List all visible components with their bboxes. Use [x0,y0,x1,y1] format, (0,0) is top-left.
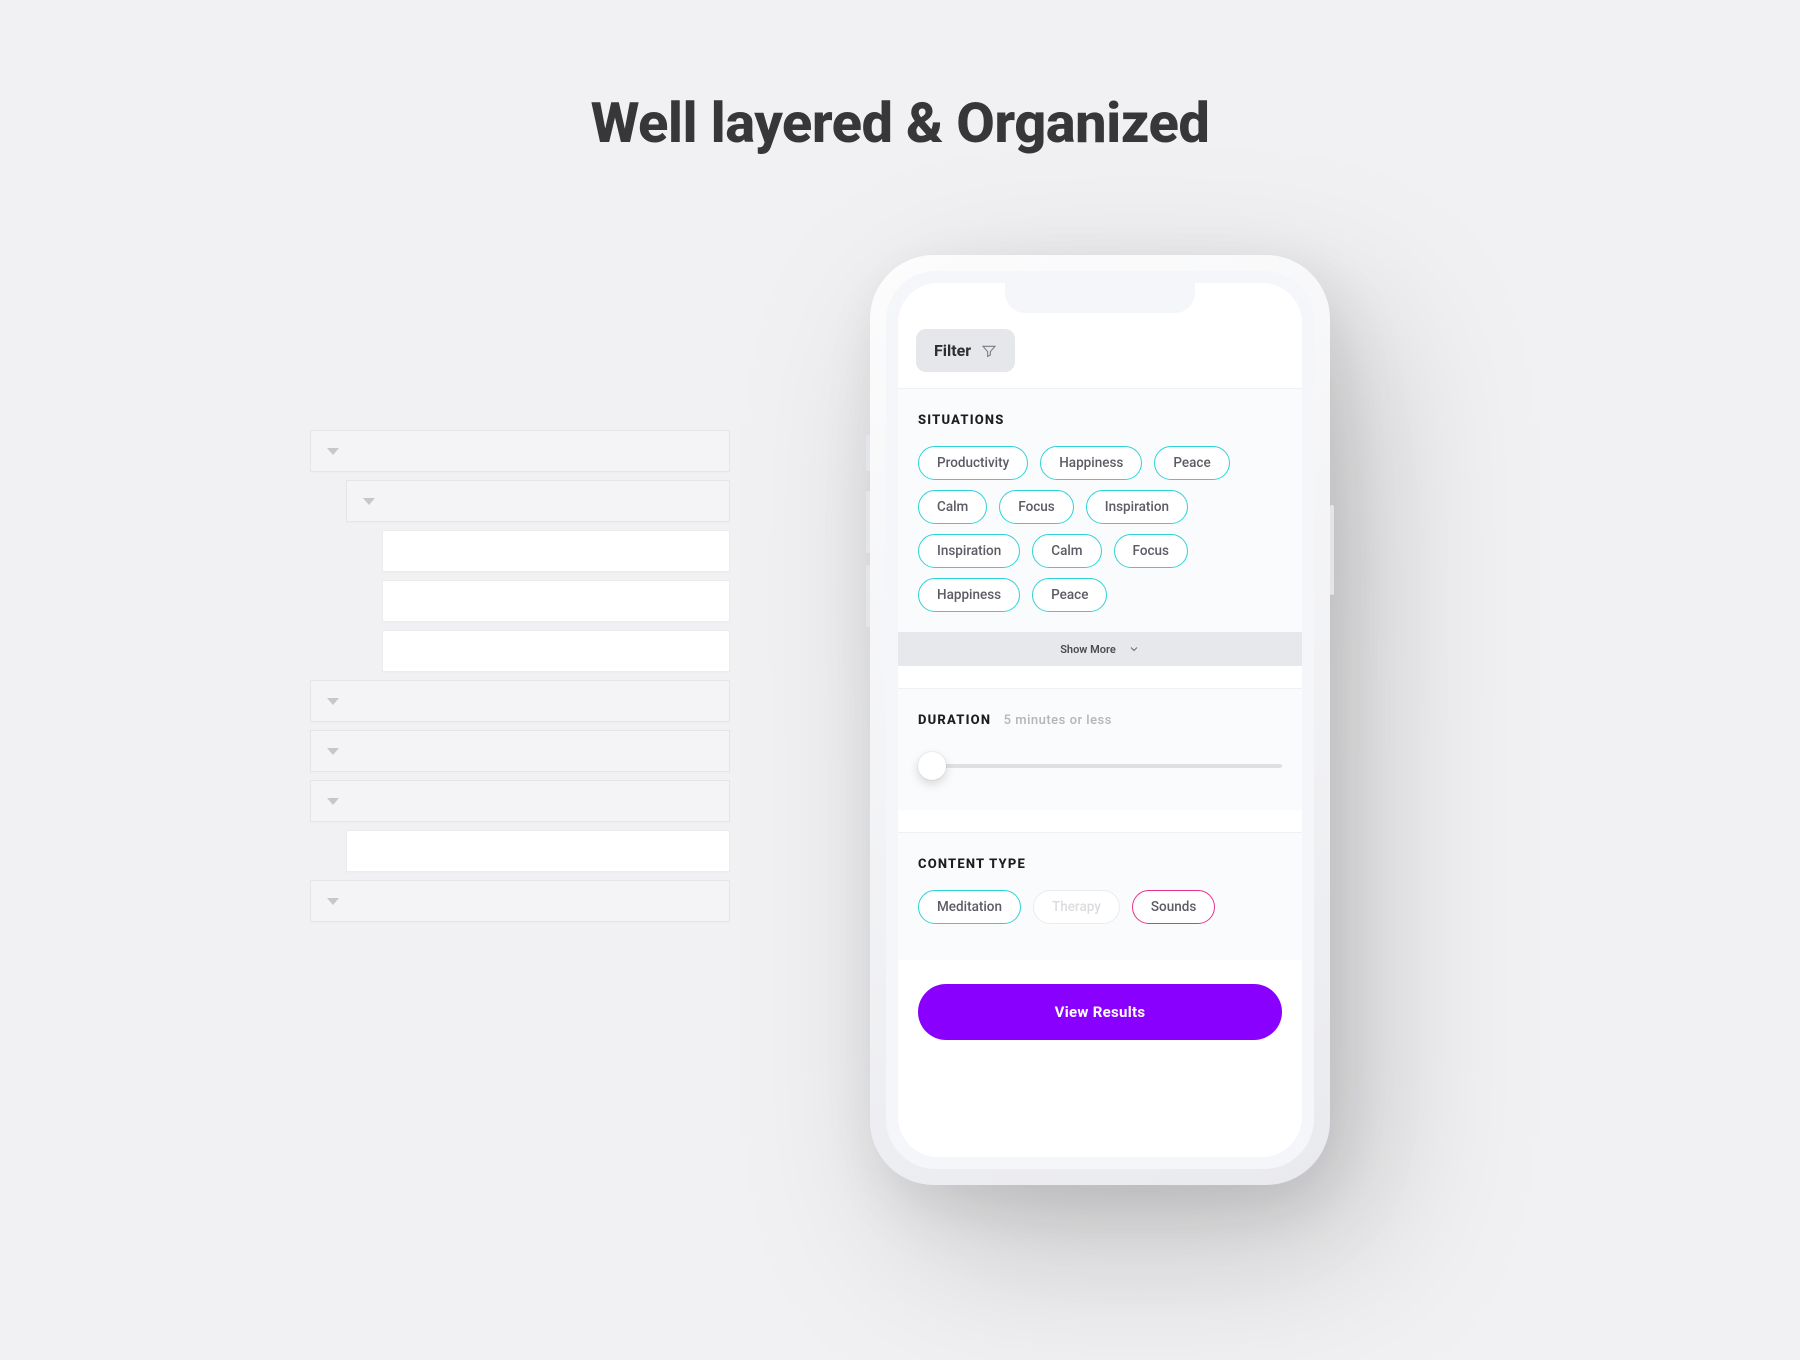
chip-happiness[interactable]: Happiness [918,578,1020,612]
layer-panel [310,430,730,930]
chip-inspiration[interactable]: Inspiration [918,534,1020,568]
situations-section: SITUATIONS Productivity Happiness Peace … [898,388,1302,632]
layer-item[interactable] [382,530,730,572]
page-title: Well layered & Organized [0,90,1800,156]
phone-side-button [1330,505,1334,595]
section-heading-situations: SITUATIONS [918,413,1282,428]
disclosure-triangle-icon [327,448,339,455]
disclosure-triangle-icon [327,748,339,755]
funnel-icon [981,343,997,359]
disclosure-triangle-icon [363,498,375,505]
layer-item[interactable] [346,830,730,872]
chip-inspiration[interactable]: Inspiration [1086,490,1188,524]
disclosure-triangle-icon [327,898,339,905]
chip-peace[interactable]: Peace [1032,578,1107,612]
chip-calm[interactable]: Calm [918,490,987,524]
chevron-down-icon [1128,643,1140,655]
filter-button-label: Filter [934,341,971,360]
layer-group[interactable] [310,880,730,922]
layer-item[interactable] [382,630,730,672]
chip-therapy[interactable]: Therapy [1033,890,1120,924]
filter-button[interactable]: Filter [916,329,1015,372]
view-results-button[interactable]: View Results [918,984,1282,1040]
section-heading-duration: DURATION 5 minutes or less [918,713,1282,728]
duration-slider[interactable] [918,746,1282,792]
layer-group[interactable] [310,430,730,472]
layer-group[interactable] [346,480,730,522]
slider-knob[interactable] [918,752,946,780]
chip-peace[interactable]: Peace [1154,446,1229,480]
content-type-chip-list: Meditation Therapy Sounds [918,890,1282,940]
layer-item[interactable] [382,580,730,622]
chip-focus[interactable]: Focus [999,490,1073,524]
layer-group[interactable] [310,730,730,772]
slider-track [918,764,1282,768]
chip-productivity[interactable]: Productivity [918,446,1028,480]
disclosure-triangle-icon [327,798,339,805]
chip-happiness[interactable]: Happiness [1040,446,1142,480]
situation-chip-list: Productivity Happiness Peace Calm Focus … [918,446,1282,628]
disclosure-triangle-icon [327,698,339,705]
chip-sounds[interactable]: Sounds [1132,890,1215,924]
chip-meditation[interactable]: Meditation [918,890,1021,924]
section-heading-content-type: CONTENT TYPE [918,857,1282,872]
show-more-label: Show More [1060,643,1116,656]
divider [898,666,1302,688]
phone-notch [1005,283,1195,313]
duration-section: DURATION 5 minutes or less [898,688,1302,810]
layer-group[interactable] [310,780,730,822]
chip-focus[interactable]: Focus [1114,534,1188,568]
show-more-button[interactable]: Show More [898,632,1302,666]
layer-group[interactable] [310,680,730,722]
phone-screen: Filter SITUATIONS Productivity Happiness… [898,283,1302,1157]
divider [898,810,1302,832]
chip-calm[interactable]: Calm [1032,534,1101,568]
duration-value-text: 5 minutes or less [1004,713,1112,728]
phone-mockup: Filter SITUATIONS Productivity Happiness… [870,255,1330,1185]
content-type-section: CONTENT TYPE Meditation Therapy Sounds [898,832,1302,960]
